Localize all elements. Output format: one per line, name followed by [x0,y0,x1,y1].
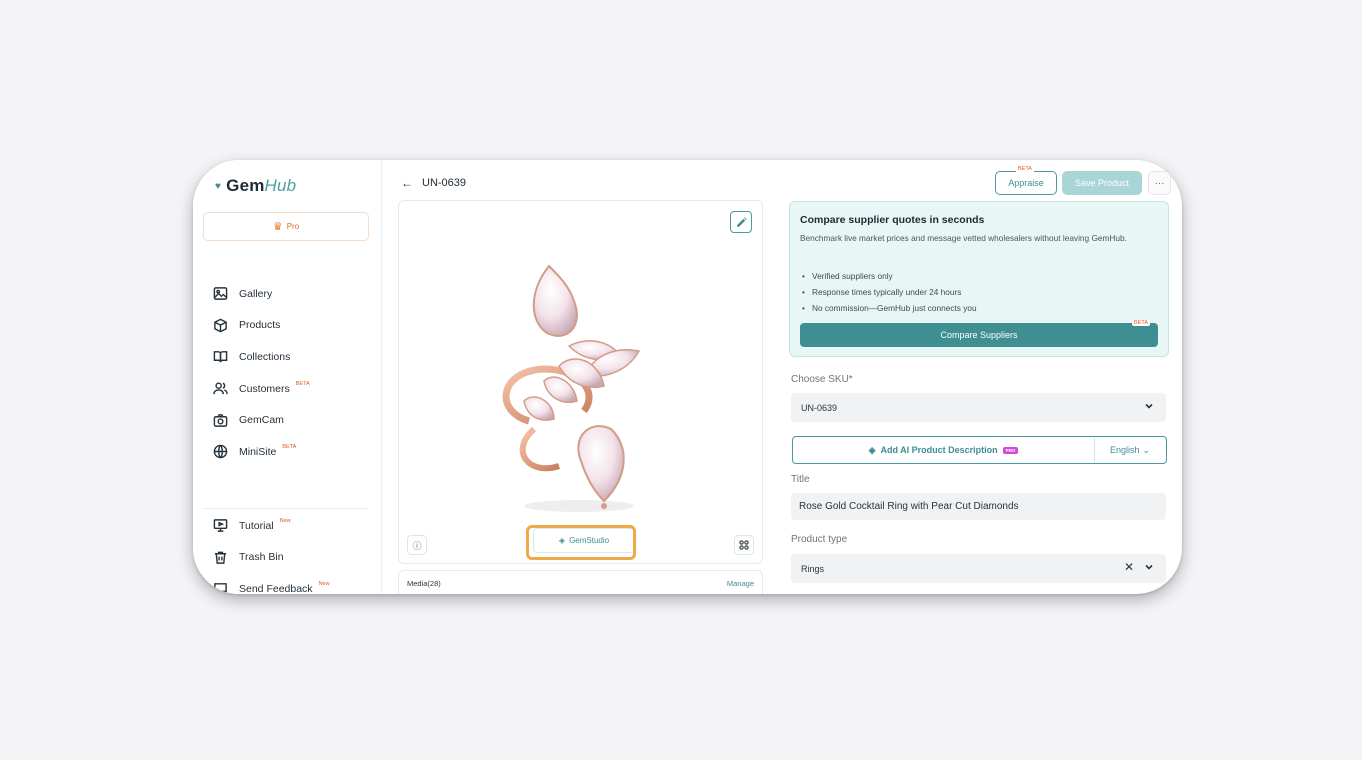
info-icon: ⓘ [412,540,422,551]
beta-badge: BETA [295,380,310,387]
promo-description: Benchmark live market prices and message… [800,233,1127,243]
book-icon [213,351,228,363]
users-icon [213,382,228,395]
gem-logo-icon: ♥ [215,180,222,192]
product-type-select[interactable]: Rings ✕ [791,554,1166,583]
sidebar-item-send-feedback[interactable]: Send Feedback New [213,573,373,594]
sidebar-item-label: Trash Bin [239,551,284,564]
sidebar-item-label: Tutorial [239,519,274,532]
sidebar-item-gallery[interactable]: Gallery [213,278,373,310]
title-input[interactable] [791,493,1166,520]
sku-select[interactable]: UN-0639 [791,393,1166,422]
grid-icon [739,540,749,550]
product-type-value: Rings [801,563,825,574]
compare-suppliers-button[interactable]: Compare Suppliers BETA [800,320,1158,347]
sidebar: ♥ Gem Hub ♛ Pro Gallery Products Collecti… [193,160,382,594]
crown-icon: ♛ [272,221,283,233]
pro-plan-button[interactable]: ♛ Pro [203,212,369,241]
list-item: Response times typically under 24 hours [800,284,977,300]
list-item: No commission—GemHub just connects you [800,300,977,316]
chevron-down-icon: ⌄ [1142,444,1151,455]
ring-product-image[interactable] [489,251,669,521]
beta-badge: BETA [1016,166,1034,172]
promo-bullet-list: Verified suppliers only Response times t… [800,268,977,316]
logo[interactable]: ♥ Gem Hub [215,176,296,196]
promo-title: Compare supplier quotes in seconds [800,214,985,226]
sku-label: Choose SKU* [791,374,853,385]
save-product-button[interactable]: Save Product [1062,171,1142,195]
presentation-icon [213,519,228,533]
sidebar-item-gemcam[interactable]: GemCam [213,404,373,436]
sidebar-item-trash-bin[interactable]: Trash Bin [213,542,373,574]
language-value: English [1109,445,1140,455]
sidebar-item-minisite[interactable]: MiniSite BETA [213,436,373,468]
camera-icon [213,413,228,427]
globe-icon [213,444,228,459]
sidebar-item-tutorial[interactable]: Tutorial New [213,510,373,542]
new-badge: New [318,581,330,588]
sidebar-item-label: GemCam [239,414,284,427]
media-count: Media(28) [407,579,441,588]
sidebar-item-collections[interactable]: Collections [213,341,373,373]
compare-label: Compare Suppliers [940,330,1018,340]
page-title: UN-0639 [422,177,467,189]
clear-icon[interactable]: ✕ [1124,560,1134,574]
sidebar-item-label: Gallery [239,287,273,300]
trash-icon [214,551,227,564]
language-select[interactable]: English ⌄ [1094,437,1166,463]
feedback-icon [214,583,227,594]
diamond-icon: ◈ [868,444,876,455]
sidebar-bottom-nav: Tutorial New Trash Bin Send Feedback New [213,510,373,594]
more-options-button[interactable]: ··· [1148,171,1171,195]
gemstudio-highlight [526,525,636,560]
appraise-button[interactable]: BETA Appraise [995,166,1057,195]
sidebar-item-products[interactable]: Products [213,310,373,342]
product-type-label: Product type [791,534,848,545]
app-window: ♥ Gem Hub ♛ Pro Gallery Products Collecti… [193,160,1182,594]
logo-text-gem: Gem [226,176,265,195]
image-icon [213,287,228,301]
back-arrow-icon[interactable]: ← [401,176,413,190]
beta-badge: BETA [282,443,297,450]
sidebar-item-label: MiniSite [239,445,277,458]
sidebar-nav: Gallery Products Collections Customers B… [213,278,373,468]
add-ai-description-button[interactable]: ◈ Add AI Product Description PRO [793,437,1095,463]
new-badge: New [279,518,291,524]
pro-label: Pro [286,222,300,231]
back-nav[interactable]: ← UN-0639 [401,176,466,190]
sidebar-item-label: Send Feedback [239,582,313,594]
product-image-panel: ⓘ ◈ GemStudio [398,200,763,564]
pencil-icon [736,216,747,227]
box-icon [214,318,227,333]
sidebar-item-label: Collections [239,350,291,363]
grid-view-button[interactable] [734,535,754,555]
chevron-down-icon [1145,403,1153,409]
manage-media-link[interactable]: Manage [727,579,754,588]
sidebar-divider [203,508,369,509]
ai-description-bar: ◈ Add AI Product Description PRO English… [792,436,1167,464]
edit-image-button[interactable] [730,211,752,233]
appraise-label: Appraise [1008,178,1044,188]
beta-badge: BETA [1132,320,1150,326]
sidebar-item-label: Products [239,319,281,332]
sidebar-item-label: Customers [239,382,290,395]
supplier-promo-card: Compare supplier quotes in seconds Bench… [789,201,1169,357]
sidebar-item-customers[interactable]: Customers BETA [213,373,373,405]
title-label: Title [791,474,810,485]
ai-description-label: Add AI Product Description [880,445,998,455]
logo-text-hub: Hub [264,176,297,195]
list-item: Verified suppliers only [800,268,977,284]
pro-badge: PRO [1002,446,1019,454]
media-bar: Media(28) Manage [398,570,763,594]
chevron-down-icon [1145,564,1153,570]
sku-value: UN-0639 [801,402,838,413]
info-button[interactable]: ⓘ [407,535,427,555]
